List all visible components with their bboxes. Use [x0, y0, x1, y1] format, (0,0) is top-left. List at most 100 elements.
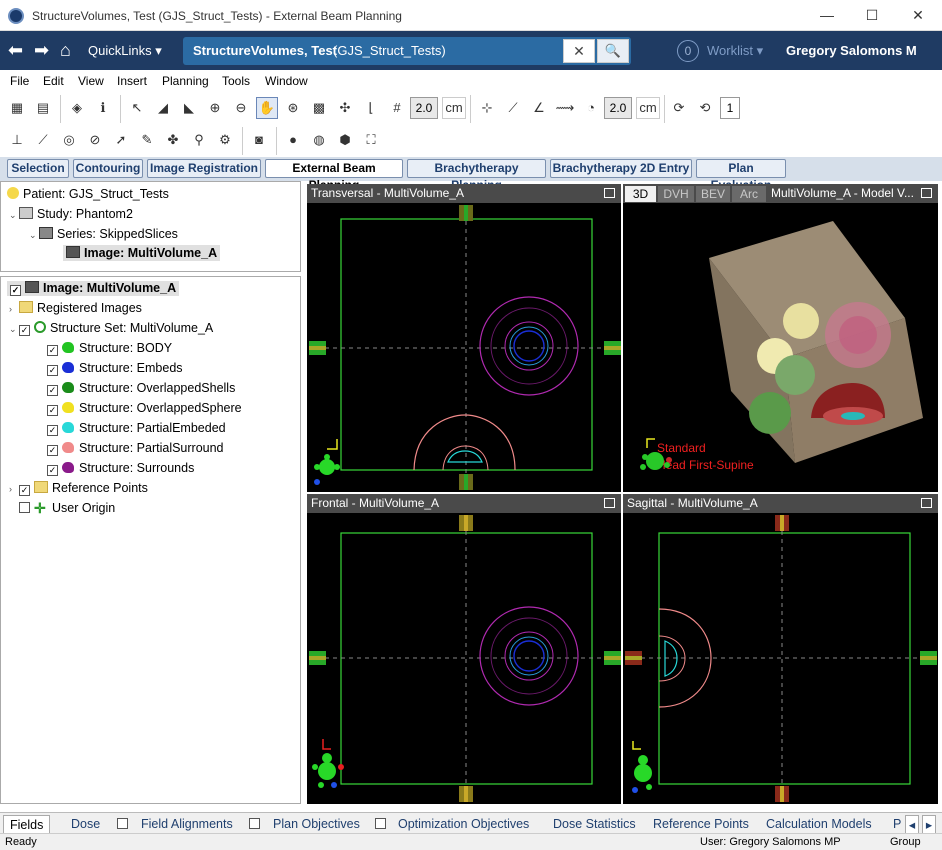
tab-image-registration[interactable]: Image Registration: [147, 159, 261, 178]
angle-icon[interactable]: ∠: [528, 97, 550, 119]
collimator-icon[interactable]: ⚲: [188, 129, 210, 151]
beam-icon[interactable]: ✤: [162, 129, 184, 151]
zoom-out-icon[interactable]: ⊖: [230, 97, 252, 119]
point-dose-icon[interactable]: ◔: [580, 97, 602, 119]
maximize-view-icon[interactable]: [604, 188, 615, 198]
camera-icon[interactable]: ◙: [248, 129, 270, 151]
crosshair-icon[interactable]: ✣: [334, 97, 356, 119]
frontal-image[interactable]: [307, 513, 621, 804]
tree-structure-body[interactable]: ✓ Structure: BODY: [47, 341, 172, 356]
count-field[interactable]: 1: [720, 97, 740, 119]
menu-window[interactable]: Window: [265, 74, 308, 88]
navigate-icon[interactable]: ◈: [66, 97, 88, 119]
home-icon[interactable]: ⌂: [60, 40, 71, 61]
tree-series[interactable]: ⌄ Series: SkippedSlices: [29, 227, 178, 241]
tab-reference-points[interactable]: Reference Points: [653, 815, 749, 835]
tab-plan-evaluation[interactable]: Plan Evaluation: [696, 159, 786, 192]
structure-checkbox[interactable]: ✓: [47, 345, 58, 356]
tree-struct-image[interactable]: ✓ Image: MultiVolume_A: [7, 281, 180, 296]
structure-checkbox[interactable]: ✓: [47, 365, 58, 376]
close-context-button[interactable]: ✕: [563, 39, 595, 63]
menu-insert[interactable]: Insert: [117, 74, 147, 88]
measure-icon[interactable]: ⊹: [476, 97, 498, 119]
plan-objectives-checkbox[interactable]: [249, 818, 260, 829]
rotate-icon[interactable]: ⊛: [282, 97, 304, 119]
model-viewport[interactable]: 3D DVH BEV Arc MultiVolume_A - Model V..…: [623, 184, 938, 492]
tab-overflow[interactable]: P: [893, 815, 901, 835]
add-point-icon[interactable]: ⊥: [6, 129, 28, 151]
distance-icon[interactable]: ⟋: [502, 97, 524, 119]
tab-dose[interactable]: Dose: [71, 815, 100, 835]
maximize-view-icon[interactable]: [921, 498, 932, 508]
tree-structure-overlappedsphere[interactable]: ✓ Structure: OverlappedSphere: [47, 401, 242, 416]
collapse-icon[interactable]: ⌄: [9, 210, 19, 221]
reference-points-checkbox[interactable]: ✓: [19, 485, 30, 496]
profile-icon[interactable]: ⟿: [554, 97, 576, 119]
collapse-icon[interactable]: ⌄: [29, 230, 39, 241]
quicklinks-menu[interactable]: QuickLinks ▾: [88, 43, 162, 59]
tab-brachytherapy-2d-entry[interactable]: Brachytherapy 2D Entry: [550, 159, 692, 178]
patient-context-box[interactable]: StructureVolumes, Test (GJS_Struct_Tests…: [183, 37, 631, 65]
menu-view[interactable]: View: [78, 74, 104, 88]
tab-contouring[interactable]: Contouring: [73, 159, 143, 178]
tab-calculation-models[interactable]: Calculation Models: [766, 815, 872, 835]
tab-dose-statistics[interactable]: Dose Statistics: [553, 815, 636, 835]
menu-file[interactable]: File: [10, 74, 29, 88]
user-name[interactable]: Gregory Salomons M: [786, 43, 942, 58]
back-arrow-icon[interactable]: ⬅: [8, 40, 23, 61]
ellipse-tool-icon[interactable]: ⊘: [84, 129, 106, 151]
tree-study[interactable]: ⌄ Study: Phantom2: [9, 207, 133, 221]
surface-render-icon[interactable]: ◍: [308, 129, 330, 151]
pencil-icon[interactable]: ✎: [136, 129, 158, 151]
structure-set-checkbox[interactable]: ✓: [19, 325, 30, 336]
tree-structure-surrounds[interactable]: ✓ Structure: Surrounds: [47, 461, 194, 476]
tab-external-beam-planning[interactable]: External Beam Planning: [265, 159, 403, 192]
window-level-preset-icon[interactable]: ◣: [178, 97, 200, 119]
expand-icon[interactable]: ›: [9, 304, 19, 314]
tab-fields[interactable]: Fields: [3, 815, 51, 835]
sagittal-image[interactable]: [623, 513, 938, 804]
tree-structure-partialsurround[interactable]: ✓ Structure: PartialSurround: [47, 441, 224, 456]
pan-hand-icon[interactable]: ✋: [256, 97, 278, 119]
search-icon[interactable]: 🔍: [597, 39, 629, 63]
structure-checkbox[interactable]: ✓: [47, 425, 58, 436]
worklist-menu[interactable]: Worklist ▾: [707, 43, 763, 59]
scroll-left-icon[interactable]: ◂: [905, 815, 919, 835]
expand-icon[interactable]: ›: [9, 484, 19, 494]
tab-bev[interactable]: BEV: [696, 186, 730, 202]
user-origin-checkbox[interactable]: [19, 502, 30, 513]
maximize-view-icon[interactable]: [921, 188, 932, 198]
tree-reference-points[interactable]: › ✓ Reference Points: [9, 481, 148, 496]
maximize-view-icon[interactable]: [604, 498, 615, 508]
3d-model-render[interactable]: Standard Head First-Supine: [623, 203, 938, 492]
save-all-icon[interactable]: ▤: [32, 97, 54, 119]
refresh-icon[interactable]: ⟳: [668, 97, 690, 119]
edit-line-icon[interactable]: ⟋: [32, 129, 54, 151]
save-icon[interactable]: ▦: [6, 97, 28, 119]
zoom-in-icon[interactable]: ⊕: [204, 97, 226, 119]
tree-structure-overlappedshells[interactable]: ✓ Structure: OverlappedShells: [47, 381, 235, 396]
menu-tools[interactable]: Tools: [222, 74, 250, 88]
structure-checkbox[interactable]: ✓: [47, 405, 58, 416]
tab-optimization-objectives[interactable]: Optimization Objectives: [398, 815, 529, 835]
window-level-icon[interactable]: ◢: [152, 97, 174, 119]
structure-checkbox[interactable]: ✓: [47, 385, 58, 396]
tab-dvh[interactable]: DVH: [658, 186, 694, 202]
structure-checkbox[interactable]: ✓: [47, 445, 58, 456]
field-alignments-checkbox[interactable]: [117, 818, 128, 829]
frontal-viewport[interactable]: Frontal - MultiVolume_A: [307, 494, 621, 804]
optimization-objectives-checkbox[interactable]: [375, 818, 386, 829]
tab-selection[interactable]: Selection: [7, 159, 69, 178]
cube-icon[interactable]: ⬢: [334, 129, 356, 151]
grid-size-field-2[interactable]: 2.0: [604, 97, 632, 119]
close-window-button[interactable]: ✕: [903, 4, 933, 26]
expand-icon[interactable]: ⛶: [360, 129, 382, 151]
grid-size-field-1[interactable]: 2.0: [410, 97, 438, 119]
tab-brachytherapy-planning[interactable]: Brachytherapy Planning: [407, 159, 546, 192]
menu-edit[interactable]: Edit: [43, 74, 64, 88]
tab-plan-objectives[interactable]: Plan Objectives: [273, 815, 360, 835]
info-icon[interactable]: ℹ: [92, 97, 114, 119]
structure-checkbox[interactable]: ✓: [47, 465, 58, 476]
sphere-render-icon[interactable]: ●: [282, 129, 304, 151]
collapse-icon[interactable]: ⌄: [9, 324, 19, 335]
